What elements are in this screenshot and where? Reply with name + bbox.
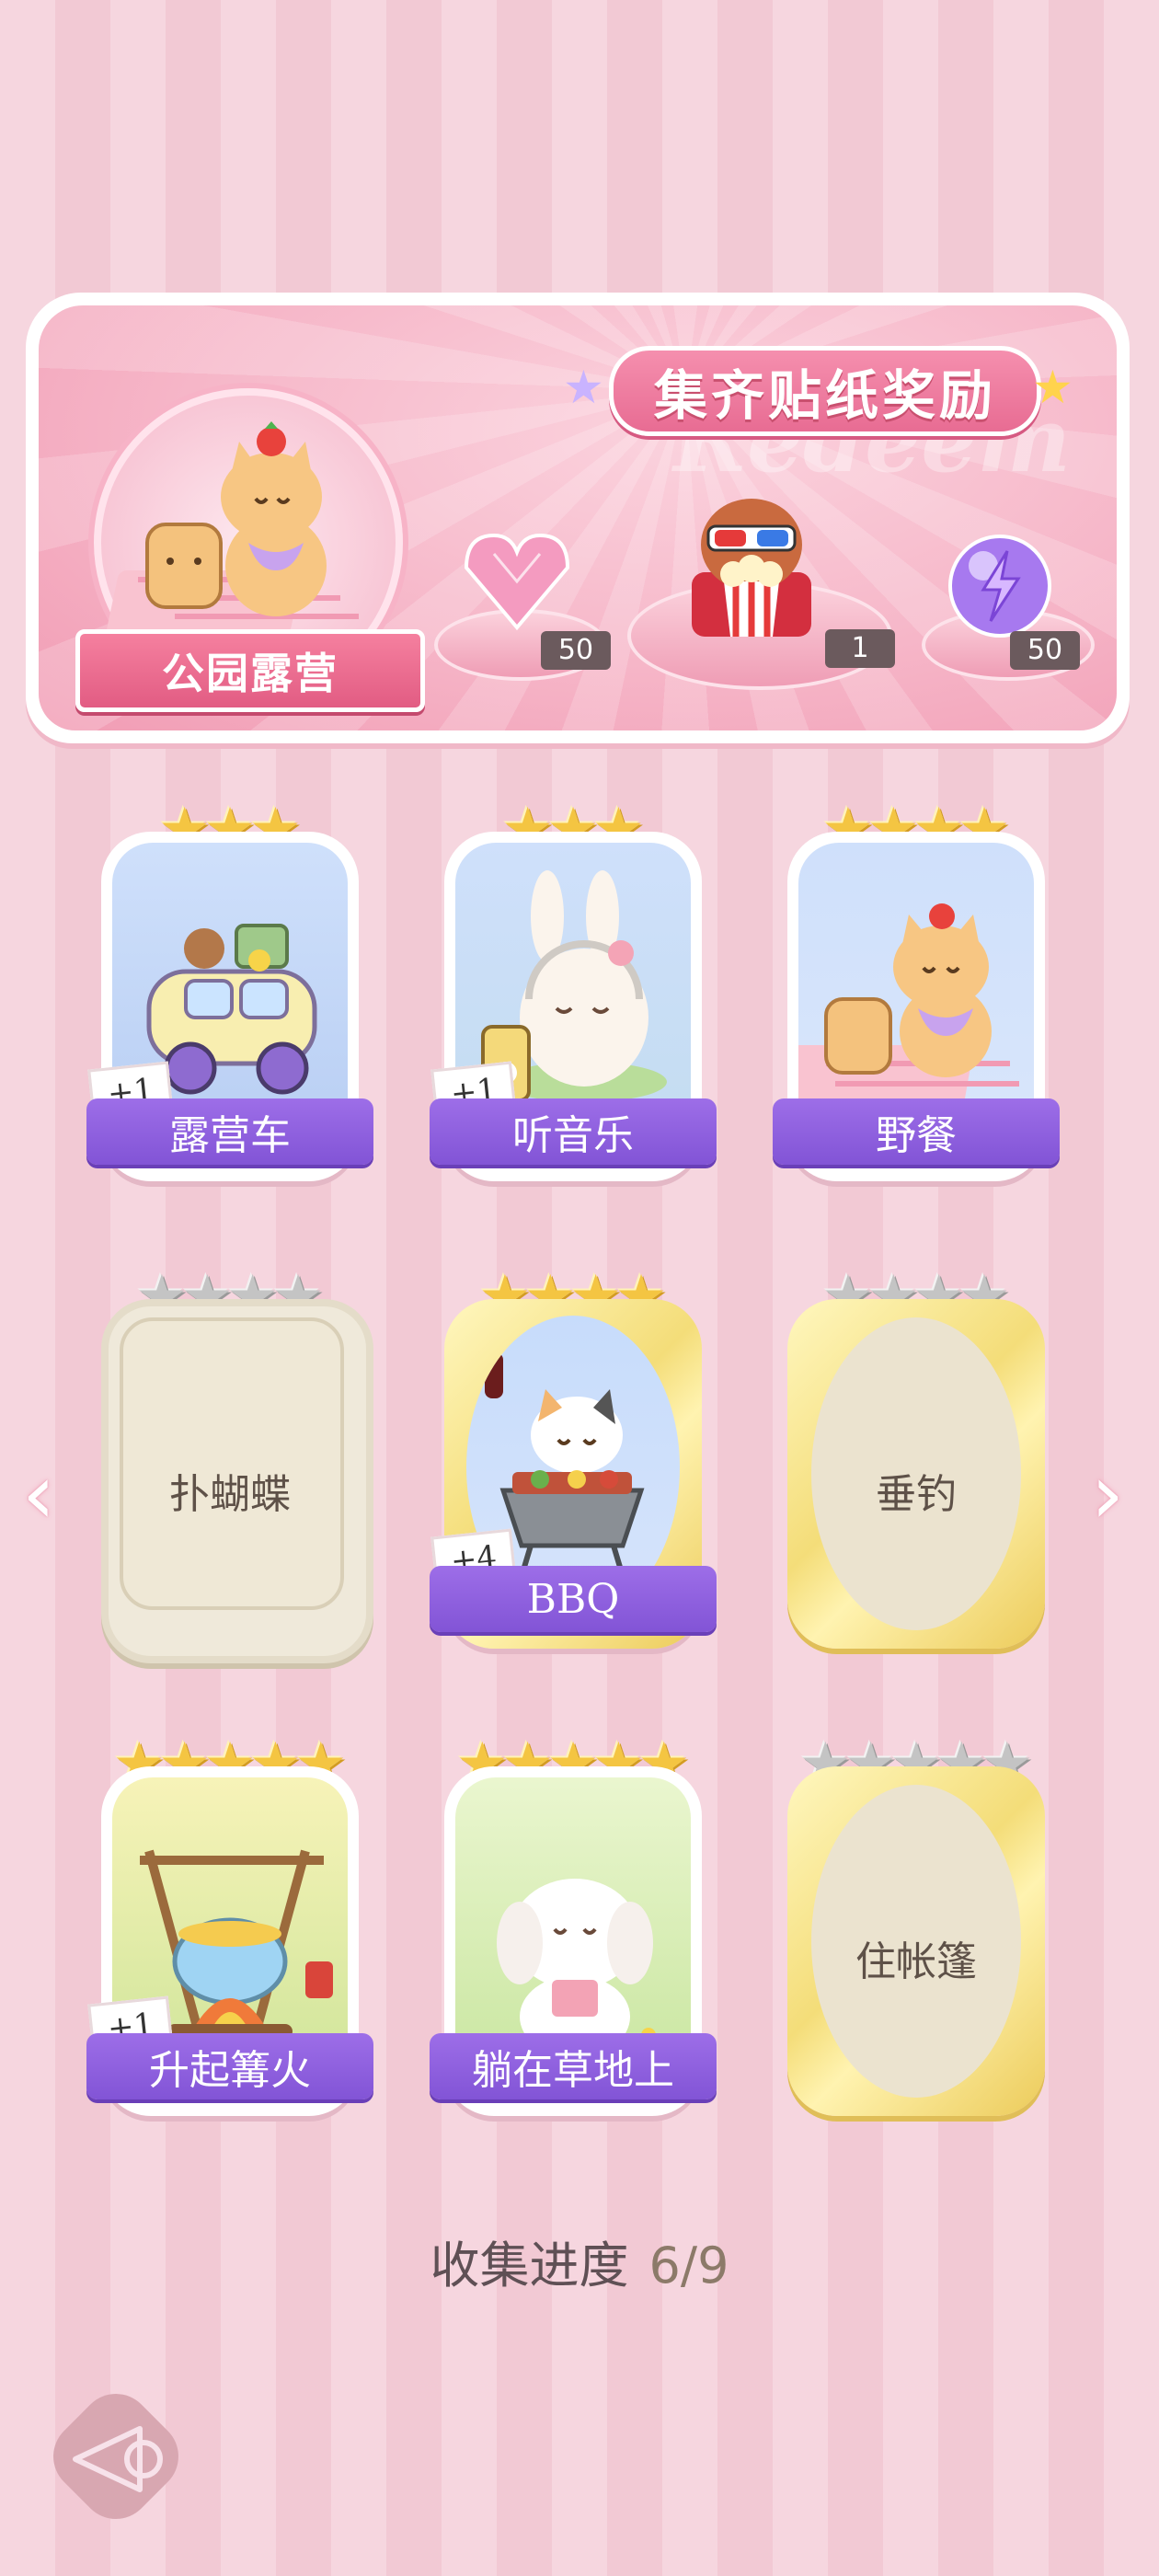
- progress-value: 6/9: [648, 2237, 729, 2294]
- prev-page-arrow[interactable]: ‹: [22, 1446, 55, 1543]
- card-label: 露营车: [86, 1098, 373, 1165]
- purple-star-icon: ★: [563, 361, 604, 414]
- sticker-card-lie-on-grass[interactable]: ★ ★ ★ ★ ★ 躺在草地上: [430, 1730, 717, 2116]
- reward-count-2: 1: [825, 629, 895, 668]
- card-title: BBQ: [526, 1575, 620, 1623]
- location-label-text: 公园露营: [162, 649, 339, 698]
- location-label-ribbon: 公园露营: [75, 629, 425, 712]
- card-label: 躺在草地上: [430, 2033, 717, 2099]
- sticker-card-camper-car[interactable]: ★ ★ ★ +1 露营车: [86, 795, 373, 1181]
- card-title: 野餐: [876, 1112, 957, 1159]
- banner-title: 集齐贴纸奖励: [653, 364, 996, 427]
- card-title: 听音乐: [512, 1112, 634, 1159]
- popcorn-bear-icon: [692, 499, 811, 637]
- card-label: BBQ: [430, 1566, 717, 1632]
- card-title: 扑蝴蝶: [169, 1471, 291, 1518]
- sticker-card-tent[interactable]: ★ ★ ★ ★ ★ 住帐篷: [778, 1730, 1054, 2116]
- card-label: 升起篝火: [86, 2033, 373, 2099]
- next-page-arrow[interactable]: ›: [1091, 1446, 1124, 1543]
- card-label: 野餐: [773, 1098, 1060, 1165]
- card-title: 露营车: [169, 1112, 291, 1159]
- back-arrow-icon: [73, 2426, 163, 2492]
- pink-diamond-icon: [464, 533, 570, 631]
- banner-title-ribbon: 集齐贴纸奖励: [609, 346, 1041, 436]
- sticker-card-bbq[interactable]: ★ ★ ★ ★ +4 BBQ: [430, 1262, 717, 1649]
- sticker-reward-banner: Redeem 集齐贴纸奖励 ★ ★ 公园露营 50 1 50: [26, 293, 1130, 743]
- card-title: 垂钓: [876, 1471, 957, 1518]
- energy-orb-icon: [948, 535, 1051, 638]
- collection-progress: 收集进度 6/9: [0, 2225, 1159, 2297]
- sticker-card-campfire[interactable]: ★ ★ ★ ★ ★ +1 升起篝火: [86, 1730, 373, 2116]
- sticker-card-picnic[interactable]: ★ ★ ★ ★ 野餐: [773, 795, 1060, 1181]
- sticker-card-catch-butterfly[interactable]: ★ ★ ★ ★ 扑蝴蝶: [92, 1262, 373, 1663]
- card-title: 升起篝火: [149, 2047, 311, 2094]
- sticker-card-fishing[interactable]: ★ ★ ★ ★ 垂钓: [778, 1262, 1054, 1649]
- progress-label: 收集进度: [430, 2237, 629, 2294]
- sticker-card-listen-music[interactable]: ★ ★ ★ +1 听音乐: [430, 795, 717, 1181]
- card-title: 躺在草地上: [472, 2047, 674, 2094]
- banner-background: Redeem 集齐贴纸奖励 ★ ★ 公园露营 50 1 50: [39, 305, 1117, 730]
- card-label: 听音乐: [430, 1098, 717, 1165]
- card-title: 住帐篷: [855, 1938, 977, 1985]
- yellow-star-icon: ★: [1032, 361, 1073, 414]
- reward-count-1: 50: [541, 631, 611, 670]
- reward-count-3: 50: [1010, 631, 1080, 670]
